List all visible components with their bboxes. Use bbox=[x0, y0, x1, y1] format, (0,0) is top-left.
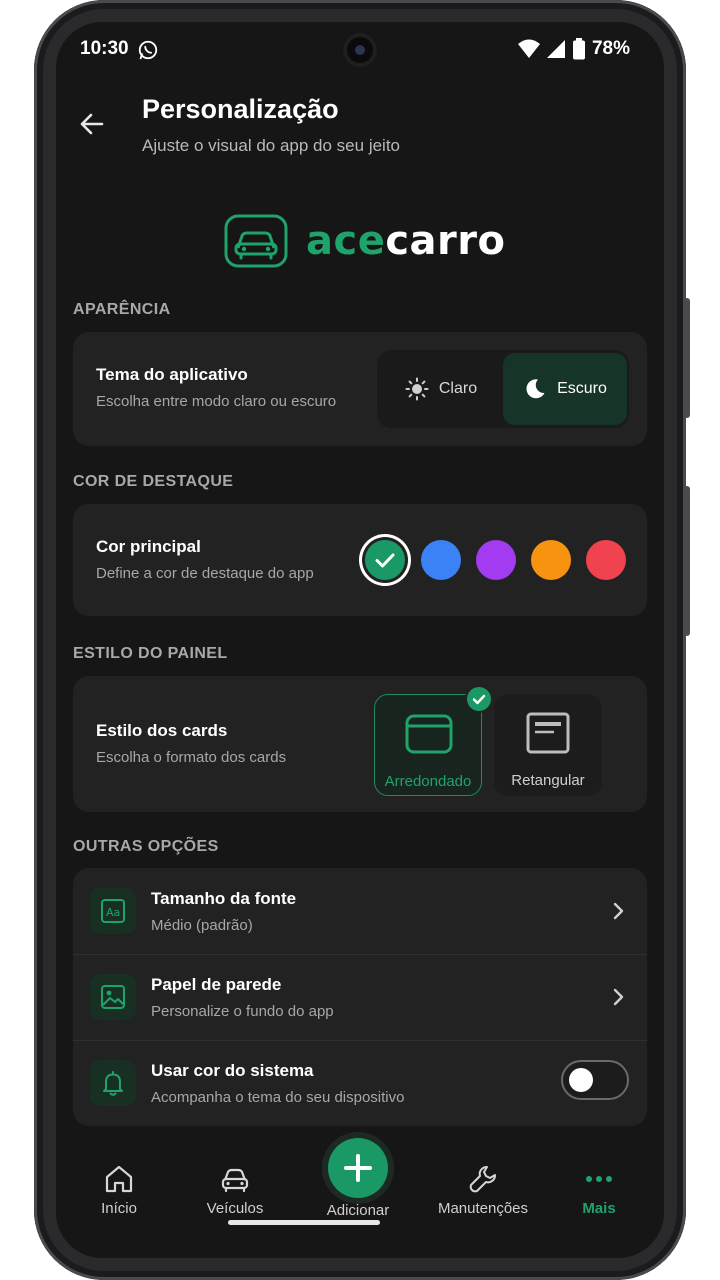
nav-item-veiculos[interactable]: Veículos bbox=[180, 1162, 290, 1217]
section-appearance: APARÊNCIA bbox=[73, 301, 171, 318]
nav-item-manutencoes[interactable]: Manutenções bbox=[428, 1162, 538, 1217]
nav-label-adicionar: Adicionar bbox=[326, 1202, 390, 1219]
theme-option-dark[interactable]: Escuro bbox=[503, 353, 627, 425]
other-options-card: Aa Tamanho da fonte Médio (padrão) Papel… bbox=[73, 868, 647, 1126]
style-option-rounded[interactable]: Arredondado bbox=[374, 687, 491, 796]
logo-carro: carro bbox=[385, 218, 506, 264]
plus-icon bbox=[344, 1154, 372, 1182]
accent-card: Cor principal Define a cor de destaque d… bbox=[73, 504, 647, 616]
power-button bbox=[684, 298, 690, 418]
logo-ace: ace bbox=[306, 218, 386, 264]
panel-style-subtitle: Escolha o formato dos cards bbox=[96, 749, 287, 766]
back-arrow-icon[interactable] bbox=[76, 108, 108, 140]
car-icon bbox=[221, 1168, 249, 1193]
theme-option-light-label: Claro bbox=[438, 380, 478, 397]
whatsapp-icon bbox=[138, 40, 158, 60]
sun-icon bbox=[405, 377, 429, 401]
system-color-icon-box bbox=[90, 1060, 136, 1106]
font-size-row[interactable]: Aa Tamanho da fonte Médio (padrão) bbox=[73, 868, 647, 954]
front-camera bbox=[343, 33, 377, 67]
bottom-nav: Início Veículos Adicionar Manutenções Ma… bbox=[56, 1134, 664, 1258]
section-panel-style: ESTILO DO PAINEL bbox=[73, 645, 228, 662]
nav-label: Veículos bbox=[206, 1200, 264, 1217]
wallpaper-icon-box bbox=[90, 974, 136, 1020]
car-logo-icon bbox=[224, 214, 288, 268]
nav-label: Início bbox=[101, 1200, 137, 1217]
system-color-toggle[interactable] bbox=[561, 1060, 629, 1100]
nav-item-mais[interactable]: Mais bbox=[544, 1162, 654, 1217]
volume-button bbox=[684, 486, 690, 636]
status-right: 78% bbox=[517, 38, 630, 60]
nav-label: Manutenções bbox=[437, 1200, 529, 1217]
home-indicator[interactable] bbox=[228, 1220, 380, 1225]
theme-option-dark-label: Escuro bbox=[557, 380, 607, 397]
system-color-title: Usar cor do sistema bbox=[151, 1061, 314, 1080]
screen: 10:30 78% Personalização Ajuste o visual… bbox=[56, 22, 664, 1258]
font-size-subtitle: Médio (padrão) bbox=[151, 917, 253, 934]
rounded-card-icon bbox=[405, 714, 453, 754]
image-icon bbox=[101, 985, 125, 1009]
section-accent: COR DE DESTAQUE bbox=[73, 473, 234, 490]
accent-subtitle: Define a cor de destaque do app bbox=[96, 565, 314, 582]
nav-item-inicio[interactable]: Início bbox=[64, 1162, 174, 1217]
color-swatch-purple[interactable] bbox=[476, 540, 516, 580]
page-subtitle: Ajuste o visual do app do seu jeito bbox=[142, 136, 401, 155]
color-swatch-orange[interactable] bbox=[531, 540, 571, 580]
more-dots-icon bbox=[586, 1176, 612, 1182]
wallpaper-subtitle: Personalize o fundo do app bbox=[151, 1003, 334, 1020]
theme-card: Tema do aplicativo Escolha entre modo cl… bbox=[73, 332, 647, 446]
selected-check-badge bbox=[467, 687, 491, 711]
home-icon bbox=[105, 1165, 133, 1193]
system-color-row: Usar cor do sistema Acompanha o tema do … bbox=[73, 1040, 647, 1126]
battery-icon bbox=[572, 38, 585, 60]
bell-icon bbox=[103, 1071, 123, 1096]
logo-wordmark: acecarro bbox=[306, 214, 505, 268]
style-option-rectangular-label: Retangular bbox=[511, 772, 585, 789]
color-swatch-red[interactable] bbox=[586, 540, 626, 580]
font-size-icon-box: Aa bbox=[90, 888, 136, 934]
color-swatch-blue[interactable] bbox=[421, 540, 461, 580]
theme-subtitle: Escolha entre modo claro ou escuro bbox=[96, 393, 337, 410]
theme-option-light[interactable]: Claro bbox=[379, 353, 503, 425]
system-color-subtitle: Acompanha o tema do seu dispositivo bbox=[151, 1089, 405, 1106]
signal-icon bbox=[546, 40, 565, 58]
chevron-right-icon bbox=[613, 988, 624, 1006]
panel-style-title: Estilo dos cards bbox=[96, 721, 228, 740]
font-size-title: Tamanho da fonte bbox=[151, 889, 297, 908]
rectangular-card-icon bbox=[526, 712, 570, 754]
app-logo: acecarro bbox=[224, 214, 505, 270]
chevron-right-icon bbox=[613, 902, 624, 920]
accent-title: Cor principal bbox=[96, 537, 201, 556]
wallpaper-row[interactable]: Papel de parede Personalize o fundo do a… bbox=[73, 954, 647, 1040]
panel-style-card: Estilo dos cards Escolha o formato dos c… bbox=[73, 676, 647, 812]
status-time: 10:30 bbox=[80, 38, 129, 59]
check-icon bbox=[472, 694, 486, 705]
style-option-rectangular[interactable]: Retangular bbox=[494, 694, 602, 796]
theme-title: Tema do aplicativo bbox=[96, 365, 248, 384]
page-title: Personalização bbox=[142, 94, 339, 124]
wallpaper-title: Papel de parede bbox=[151, 975, 282, 994]
section-other: OUTRAS OPÇÕES bbox=[73, 838, 219, 855]
moon-icon bbox=[526, 379, 545, 399]
add-button[interactable] bbox=[328, 1138, 388, 1198]
wifi-icon bbox=[517, 39, 540, 58]
battery-percent: 78% bbox=[591, 38, 630, 59]
toggle-knob bbox=[569, 1068, 593, 1092]
wrench-icon bbox=[469, 1166, 496, 1193]
nav-label: Mais bbox=[582, 1200, 616, 1217]
status-bar: 10:30 78% bbox=[56, 22, 664, 78]
theme-segmented-control: Claro Escuro bbox=[377, 350, 629, 428]
font-size-icon: Aa bbox=[101, 899, 125, 923]
color-swatch-green[interactable] bbox=[365, 540, 405, 580]
check-icon bbox=[375, 553, 395, 568]
style-option-rounded-label: Arredondado bbox=[384, 773, 472, 790]
svg-text:Aa: Aa bbox=[106, 906, 120, 919]
